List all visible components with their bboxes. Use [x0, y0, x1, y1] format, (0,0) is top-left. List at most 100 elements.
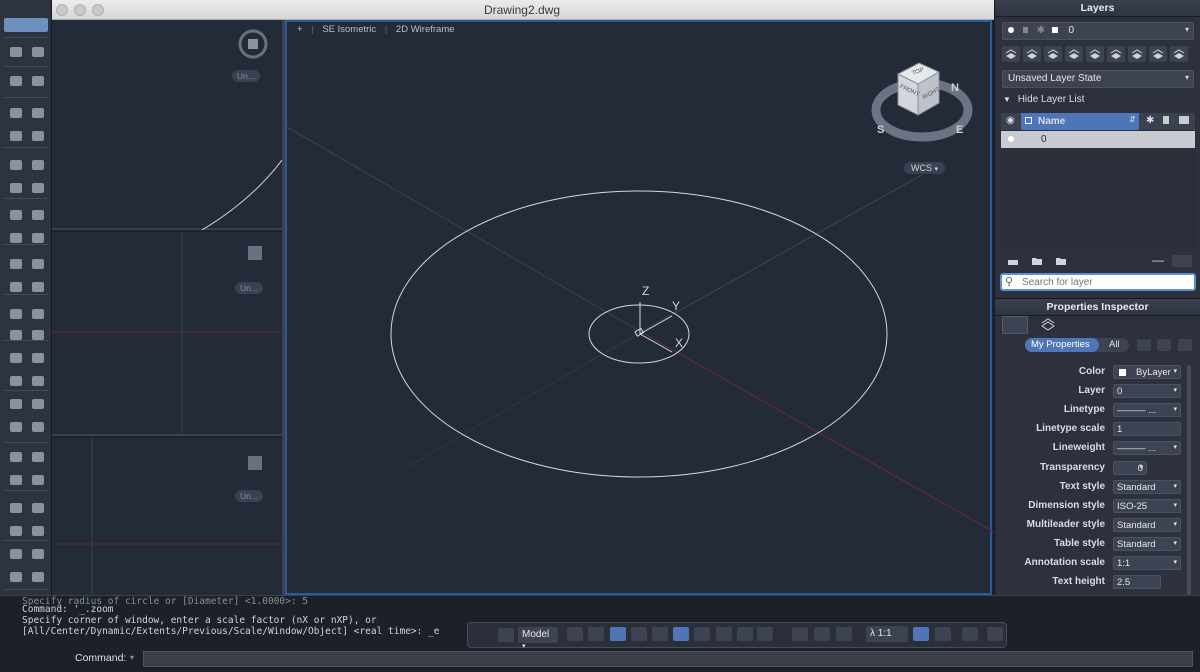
join-icon[interactable]	[30, 472, 46, 488]
layer-properties-icon[interactable]	[1002, 46, 1020, 62]
property-value-field[interactable]: 1	[1113, 422, 1181, 436]
workspace-icon[interactable]	[962, 627, 978, 641]
dist-icon[interactable]	[8, 546, 24, 562]
command-input[interactable]	[143, 651, 1193, 667]
property-value-field[interactable]: ISO-25 ▾	[1113, 499, 1181, 513]
view-cube-icon[interactable]	[248, 456, 262, 470]
layer-isolate-icon[interactable]	[1044, 46, 1062, 62]
property-value-field[interactable]: Standard ▾	[1113, 518, 1181, 532]
table-icon[interactable]	[30, 569, 46, 585]
3d-osnap-icon[interactable]	[694, 627, 710, 641]
attach-icon[interactable]	[8, 279, 24, 295]
rectangle-icon[interactable]	[30, 157, 46, 173]
multiline-text-icon[interactable]	[30, 523, 46, 539]
multiline-icon[interactable]	[30, 180, 46, 196]
dimension-icon[interactable]	[8, 500, 24, 516]
fillet-icon[interactable]	[8, 449, 24, 465]
text-icon[interactable]	[8, 523, 24, 539]
column-options-icon[interactable]	[1172, 255, 1192, 267]
property-value-field[interactable]: ByLayer ▾	[1113, 365, 1181, 379]
array-icon[interactable]	[30, 373, 46, 389]
property-value-field[interactable]: 2.5	[1113, 575, 1161, 589]
layer-search-input[interactable]	[1002, 275, 1194, 289]
small-circle[interactable]	[588, 304, 690, 364]
erase-icon[interactable]	[30, 306, 46, 322]
insert-block-icon[interactable]	[8, 256, 24, 272]
property-value-field[interactable]: 0 ▾	[1113, 384, 1181, 398]
lineweight-icon[interactable]	[737, 627, 753, 641]
layer-freeze-icon[interactable]	[1065, 46, 1083, 62]
property-value-field[interactable]: Standard ▾	[1113, 537, 1181, 551]
property-value-field[interactable]: 1:1 ▾	[1113, 556, 1181, 570]
layer-row[interactable]: 0	[1001, 131, 1195, 148]
dynamic-ucs-icon[interactable]	[716, 627, 732, 641]
view-cube[interactable]: TOP FRONT RIGHT S E N	[867, 60, 977, 150]
new-filter-folder-icon[interactable]	[1052, 253, 1070, 269]
unnamed-ucs-pill[interactable]: Un...	[235, 282, 263, 294]
view-cube-icon[interactable]	[248, 246, 262, 260]
measure-icon[interactable]	[30, 500, 46, 516]
3d-object-icon[interactable]	[30, 44, 46, 60]
main-viewport[interactable]: + | SE Isometric | 2D Wireframe Z Y X TO…	[285, 20, 994, 595]
layer-match-icon[interactable]	[1107, 46, 1125, 62]
sort-icon[interactable]: ⇵	[1129, 115, 1136, 124]
zoom-icon[interactable]	[814, 627, 830, 641]
eye-icon[interactable]: ◉	[1006, 115, 1015, 126]
property-value-field[interactable]: 0 ▾	[1113, 461, 1147, 475]
pan-icon[interactable]	[792, 627, 808, 641]
stretch-icon[interactable]	[30, 350, 46, 366]
offset-icon[interactable]	[30, 396, 46, 412]
layer-off-icon[interactable]	[1023, 46, 1041, 62]
annotation-scale-dropdown[interactable]: λ 1:1	[866, 626, 908, 642]
layer-walk-icon[interactable]	[1149, 46, 1167, 62]
viewport-top-left[interactable]: Un...	[52, 20, 282, 230]
crosshair-icon[interactable]	[8, 44, 24, 60]
property-value-field[interactable]: ——— ... ▾	[1113, 403, 1181, 417]
circle-icon[interactable]	[8, 157, 24, 173]
layer-merge-icon[interactable]	[1170, 46, 1188, 62]
mirror-icon[interactable]	[8, 396, 24, 412]
grid-icon[interactable]	[588, 627, 604, 641]
transparency-icon[interactable]	[757, 627, 773, 641]
unnamed-ucs-pill[interactable]: Un...	[235, 490, 263, 502]
plot-column-icon[interactable]	[1179, 116, 1189, 124]
toggle-pickadd-icon[interactable]	[1178, 339, 1192, 351]
polar-icon[interactable]	[652, 627, 668, 641]
3d-solid-icon[interactable]	[8, 306, 24, 322]
clean-screen-icon[interactable]	[987, 627, 1003, 641]
annotation-visibility-icon[interactable]	[913, 627, 929, 641]
layer-on-icon[interactable]	[1008, 136, 1014, 142]
layer-list-empty-area[interactable]	[1001, 149, 1195, 249]
arc-icon[interactable]	[30, 105, 46, 121]
scale-icon[interactable]	[8, 350, 24, 366]
spline-icon[interactable]	[30, 128, 46, 144]
unnamed-ucs-pill[interactable]: Un...	[232, 70, 260, 82]
layers-tab-icon[interactable]	[1040, 318, 1056, 332]
region-icon[interactable]	[8, 207, 24, 223]
area-icon[interactable]	[30, 546, 46, 562]
new-group-folder-icon[interactable]	[1028, 253, 1046, 269]
orbit-icon[interactable]	[836, 627, 852, 641]
compass-e-label[interactable]: E	[956, 124, 963, 136]
compass-n-label[interactable]: N	[951, 82, 959, 94]
trim-icon[interactable]	[8, 419, 24, 435]
ortho-icon[interactable]	[631, 627, 647, 641]
quick-select-icon[interactable]	[1137, 339, 1151, 351]
viewport-compass-icon[interactable]	[237, 28, 269, 60]
chamfer-icon[interactable]	[30, 449, 46, 465]
large-circle[interactable]	[390, 190, 888, 478]
wcs-pill[interactable]: WCS ▾	[904, 162, 946, 174]
compass-s-label[interactable]: S	[877, 124, 884, 136]
current-layer-dropdown[interactable]: ✱ 0 ▾	[1002, 22, 1194, 40]
properties-scrollbar[interactable]	[1187, 365, 1191, 595]
property-value-field[interactable]: ——— ... ▾	[1113, 441, 1181, 455]
viewport-bottom-left[interactable]: Un...	[52, 438, 282, 595]
create-block-icon[interactable]	[30, 256, 46, 272]
palette-select-button[interactable]	[4, 18, 48, 32]
properties-tab-icon[interactable]	[1002, 316, 1028, 334]
all-properties-tab[interactable]: All	[1109, 339, 1120, 350]
delete-layer-icon[interactable]: —	[1152, 253, 1164, 267]
object-snap-icon[interactable]	[673, 627, 689, 641]
model-layout-dropdown[interactable]: Model ▾	[518, 627, 558, 650]
grid-display-icon[interactable]	[610, 627, 626, 641]
